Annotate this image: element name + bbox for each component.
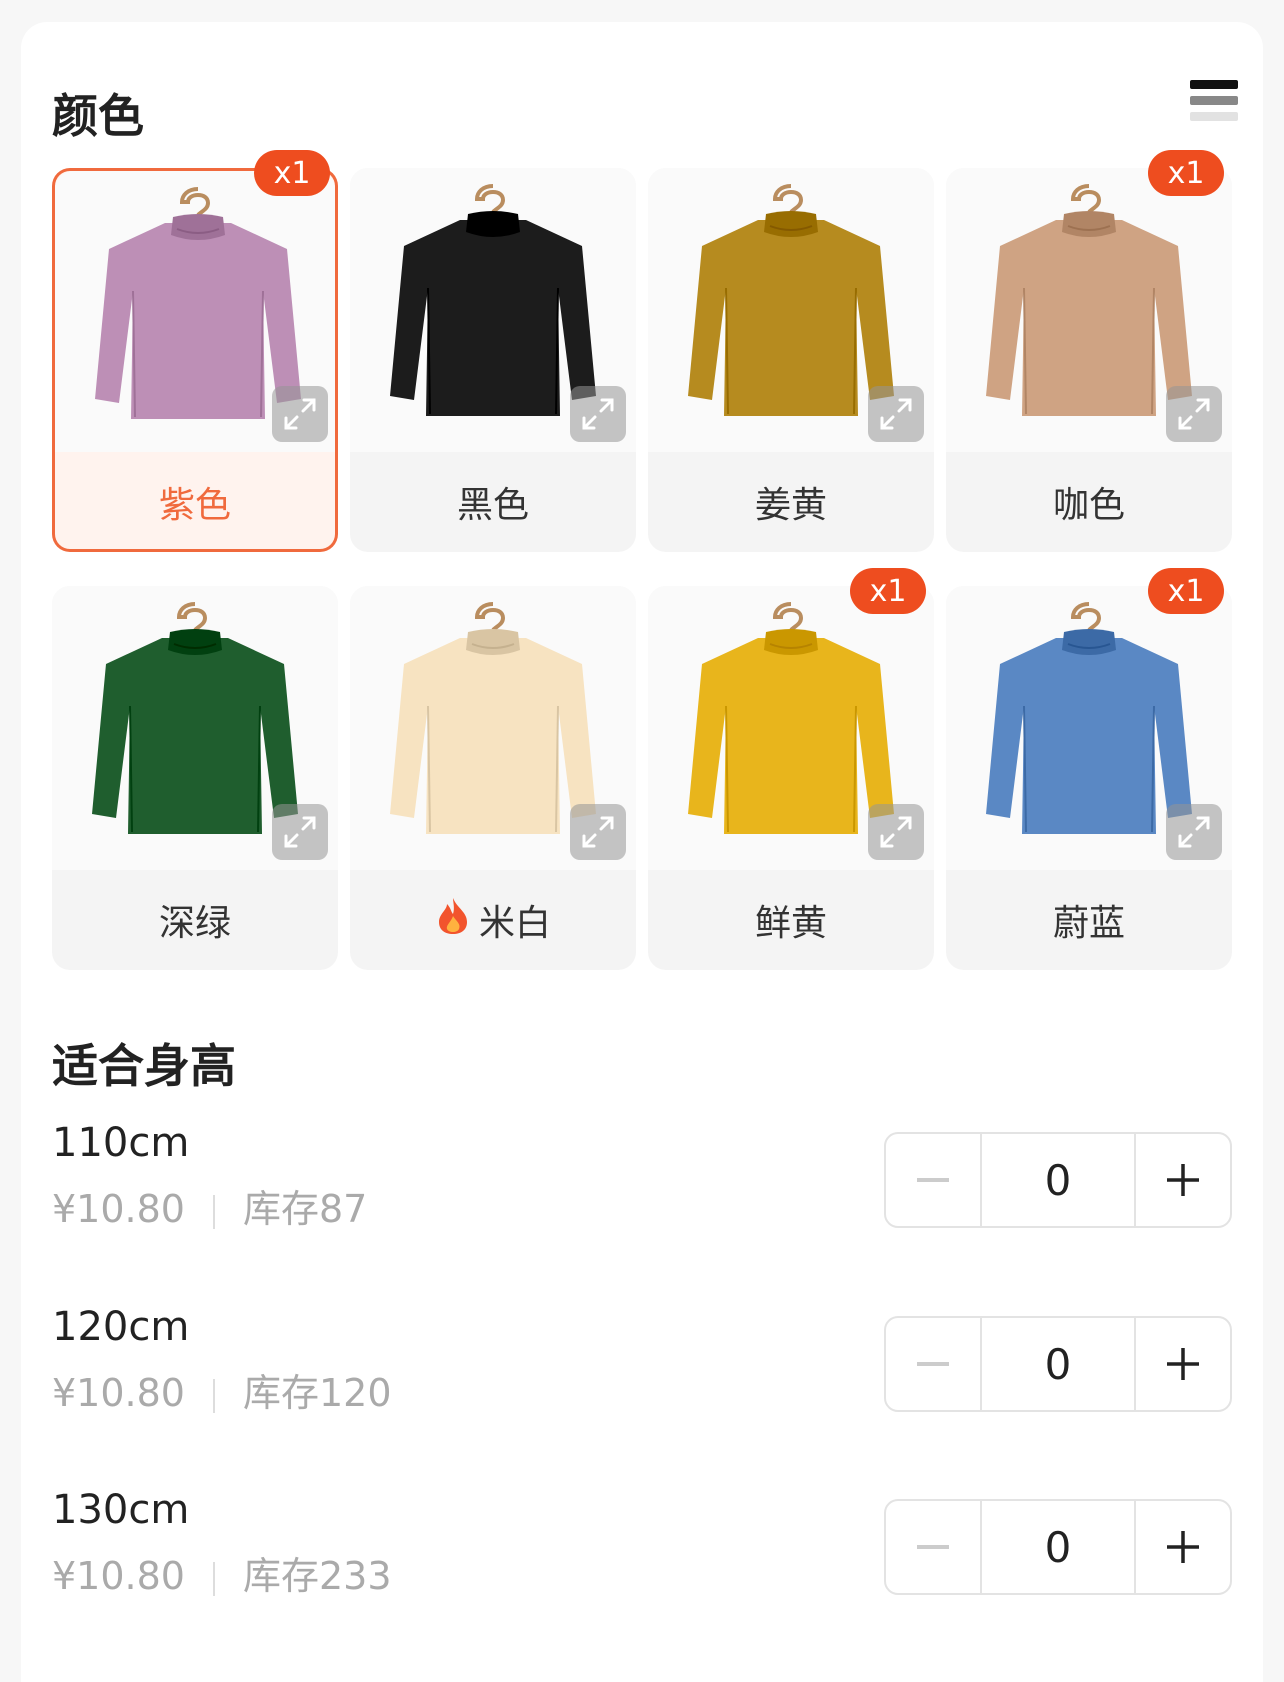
color-option[interactable]: 咖色 x1	[946, 150, 1232, 552]
quantity-badge: x1	[1148, 568, 1224, 614]
color-label-row: 咖色	[946, 452, 1232, 552]
expand-icon[interactable]	[868, 804, 924, 860]
expand-icon[interactable]	[272, 386, 328, 442]
quantity-badge: x1	[850, 568, 926, 614]
quantity-value[interactable]: 0	[980, 1318, 1136, 1410]
stock: 库存87	[242, 1187, 368, 1231]
color-label-row: 鲜黄	[648, 870, 934, 970]
color-label: 咖色	[1052, 485, 1125, 526]
minus-icon	[917, 1362, 949, 1366]
plus-icon	[1167, 1164, 1199, 1196]
list-view-icon[interactable]	[1190, 80, 1238, 130]
plus-icon	[1167, 1348, 1199, 1380]
color-label: 米白	[478, 903, 551, 944]
quantity-stepper: 0	[884, 1499, 1232, 1595]
color-option[interactable]: 黑色	[350, 168, 636, 552]
stock: 库存120	[242, 1371, 392, 1415]
color-option[interactable]: 蔚蓝 x1	[946, 568, 1232, 970]
decrement-button[interactable]	[886, 1318, 980, 1410]
color-label-row: 紫色	[52, 452, 338, 552]
price: ¥10.80	[52, 1554, 185, 1598]
color-option[interactable]: 深绿	[52, 586, 338, 970]
decrement-button[interactable]	[886, 1134, 980, 1226]
color-section-title: 颜色	[52, 89, 144, 143]
color-label: 鲜黄	[754, 903, 827, 944]
quantity-badge: x1	[254, 150, 330, 196]
expand-icon[interactable]	[570, 804, 626, 860]
color-label-row: 深绿	[52, 870, 338, 970]
expand-icon[interactable]	[272, 804, 328, 860]
color-label-row: 姜黄	[648, 452, 934, 552]
expand-icon[interactable]	[868, 386, 924, 442]
minus-icon	[917, 1545, 949, 1549]
size-label: 120cm	[52, 1304, 190, 1350]
increment-button[interactable]	[1136, 1134, 1230, 1226]
color-label: 黑色	[456, 485, 529, 526]
divider	[212, 1194, 215, 1229]
color-label: 深绿	[158, 903, 231, 944]
size-label: 130cm	[52, 1487, 190, 1533]
color-label-row: 米白	[350, 870, 636, 970]
color-label-row: 黑色	[350, 452, 636, 552]
size-label: 110cm	[52, 1120, 190, 1166]
color-option[interactable]: 米白	[350, 586, 636, 970]
minus-icon	[917, 1178, 949, 1182]
increment-button[interactable]	[1136, 1318, 1230, 1410]
size-row: 110cm ¥10.80 库存87 0	[52, 1120, 1232, 1233]
decrement-button[interactable]	[886, 1501, 980, 1593]
expand-icon[interactable]	[570, 386, 626, 442]
quantity-value[interactable]: 0	[980, 1501, 1136, 1593]
price: ¥10.80	[52, 1187, 185, 1231]
stock: 库存233	[242, 1554, 392, 1598]
color-option[interactable]: 姜黄	[648, 168, 934, 552]
quantity-badge: x1	[1148, 150, 1224, 196]
price-stock: ¥10.80 库存233	[52, 1545, 392, 1600]
color-option[interactable]: 紫色 x1	[52, 150, 338, 552]
increment-button[interactable]	[1136, 1501, 1230, 1593]
color-label: 蔚蓝	[1052, 903, 1125, 944]
quantity-stepper: 0	[884, 1132, 1232, 1228]
color-label-row: 蔚蓝	[946, 870, 1232, 970]
expand-icon[interactable]	[1166, 386, 1222, 442]
size-row: 130cm ¥10.80 库存233 0	[52, 1487, 1232, 1600]
price-stock: ¥10.80 库存87	[52, 1178, 367, 1233]
price: ¥10.80	[52, 1371, 185, 1415]
fire-icon	[435, 896, 471, 945]
quantity-stepper: 0	[884, 1316, 1232, 1412]
size-row: 120cm ¥10.80 库存120 0	[52, 1304, 1232, 1417]
color-option[interactable]: 鲜黄 x1	[648, 568, 934, 970]
color-label: 紫色	[158, 485, 231, 526]
color-label: 姜黄	[754, 485, 827, 526]
price-stock: ¥10.80 库存120	[52, 1362, 392, 1417]
quantity-value[interactable]: 0	[980, 1134, 1136, 1226]
divider	[212, 1378, 215, 1413]
divider	[212, 1561, 215, 1596]
plus-icon	[1167, 1531, 1199, 1563]
size-section-title: 适合身高	[52, 1039, 236, 1093]
expand-icon[interactable]	[1166, 804, 1222, 860]
